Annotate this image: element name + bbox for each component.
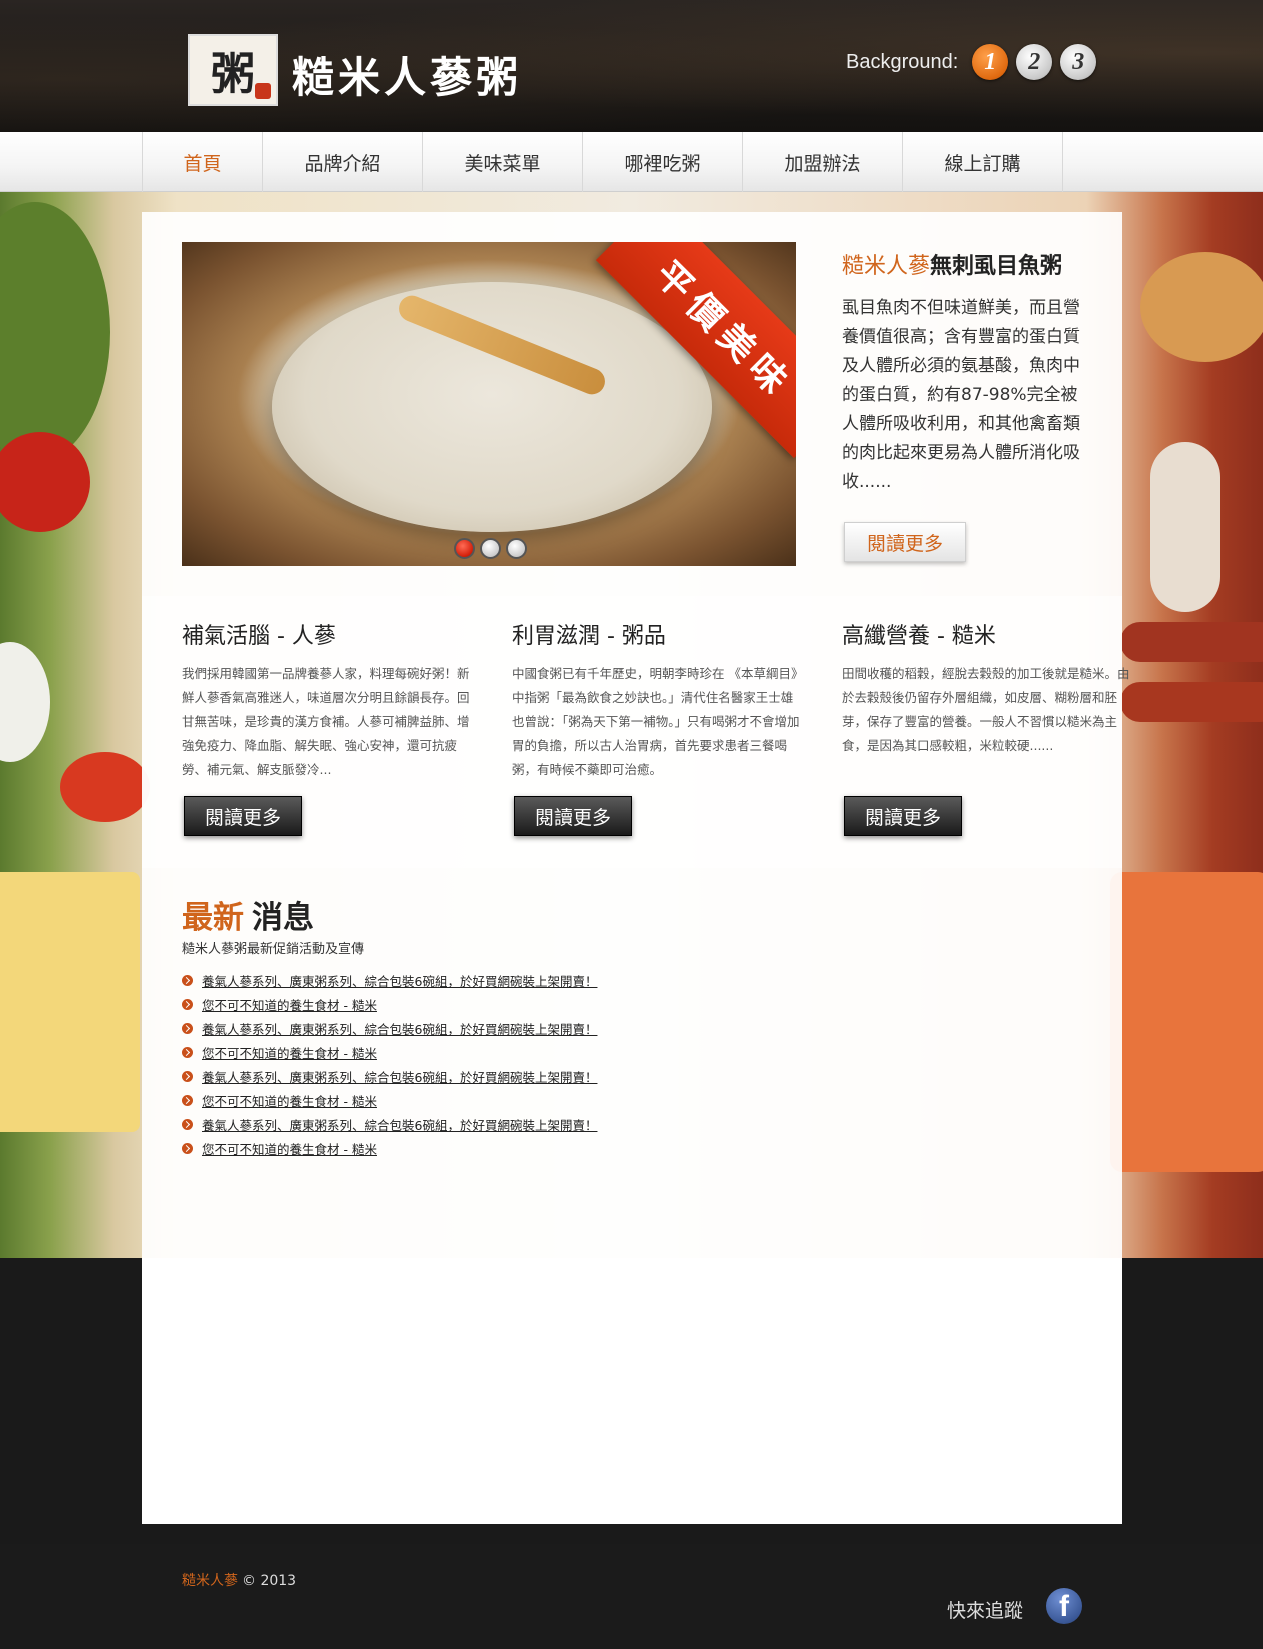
news-subtitle: 糙米人蔘粥最新促銷活動及宣傳 (182, 942, 365, 957)
facebook-glyph: f (1059, 1590, 1069, 1623)
feature-body: 虱目魚肉不但味道鮮美，而且營養價值很高；含有豐富的蛋白質及人體所必須的氨基酸，魚… (842, 298, 1080, 492)
list-item: 養氣人蔘系列、廣東粥系列、綜合包裝6碗組，於好買網碗裝上架開賣！ (182, 968, 597, 992)
brand-name[interactable]: 糙米人蔘粥 (292, 44, 522, 105)
news-link[interactable]: 養氣人蔘系列、廣東粥系列、綜合包裝6碗組，於好買網碗裝上架開賣！ (202, 1067, 597, 1086)
background-label: Background: (846, 50, 959, 73)
column-body: 田間收穫的稻穀，經脫去穀殼的加工後就是糙米。由於去穀殼後仍留存外層組織，如皮層、… (842, 666, 1130, 753)
nav-item-locations[interactable]: 哪裡吃粥 (583, 132, 743, 192)
copyright-year: © 2013 (242, 1573, 297, 1589)
nav-list: 首頁 品牌介紹 美味菜單 哪裡吃粥 加盟辦法 線上訂購 (142, 132, 1063, 192)
logo-icon[interactable]: 粥 (188, 34, 278, 106)
cheese-shape (0, 872, 140, 1132)
nav-item-order[interactable]: 線上訂購 (903, 132, 1063, 192)
nav-item-home[interactable]: 首頁 (143, 132, 263, 192)
lettuce-shape (0, 202, 110, 462)
list-item: 您不可不知道的養生食材 - 糙米 (182, 992, 597, 1016)
news-bullet-icon (182, 1070, 193, 1082)
slider-dot-icon[interactable] (454, 538, 475, 559)
background-option-1[interactable]: 1 (972, 44, 1009, 80)
news-link[interactable]: 您不可不知道的養生食材 - 糙米 (202, 1139, 377, 1158)
sausage-white-shape (1150, 442, 1220, 612)
feature-title-rest: 無刺虱目魚粥 (930, 254, 1063, 279)
slider-dot-icon[interactable] (506, 538, 527, 559)
logo-glyph: 粥 (211, 49, 255, 100)
column-title: 利胃滋潤 - 粥品 (512, 624, 666, 649)
news-link[interactable]: 您不可不知道的養生食材 - 糙米 (202, 1091, 377, 1110)
nav-item-brand[interactable]: 品牌介紹 (263, 132, 423, 192)
pepper-shape (0, 432, 90, 532)
hero-slider[interactable]: 平價美味 (182, 242, 796, 566)
column-brown-rice: 高纖營養 - 糙米 田間收穫的稻穀，經脫去穀殼的加工後就是糙米。由於去穀殼後仍留… (842, 618, 1132, 758)
news-bullet-icon (182, 1046, 193, 1058)
main-nav: 首頁 品牌介紹 美味菜單 哪裡吃粥 加盟辦法 線上訂購 (0, 132, 1263, 192)
list-item: 養氣人蔘系列、廣東粥系列、綜合包裝6碗組，於好買網碗裝上架開賣！ (182, 1112, 597, 1136)
news-bullet-icon (182, 1118, 193, 1130)
content-blank-area (142, 1258, 1122, 1524)
congee-bowl-image (272, 282, 712, 532)
column-title: 高纖營養 - 糙米 (842, 624, 996, 649)
nav-item-franchise[interactable]: 加盟辦法 (743, 132, 903, 192)
column-body: 中國食粥已有千年歷史，明朝李時珍在 《本草綱目》中指粥「最為飲食之妙訣也。」清代… (512, 666, 800, 777)
bowl-shape (0, 642, 50, 762)
news-link[interactable]: 養氣人蔘系列、廣東粥系列、綜合包裝6碗組，於好買網碗裝上架開賣！ (202, 1019, 597, 1038)
news-link[interactable]: 您不可不知道的養生食材 - 糙米 (202, 1043, 377, 1062)
list-item: 養氣人蔘系列、廣東粥系列、綜合包裝6碗組，於好買網碗裝上架開賣！ (182, 1016, 597, 1040)
follow-label: 快來追蹤 (947, 1600, 1024, 1622)
sausage-shape (1120, 622, 1263, 662)
site-footer: 糙米人蔘 © 2013 快來追蹤 f (0, 1544, 1263, 1649)
feature-panel: 糙米人蔘無刺虱目魚粥 虱目魚肉不但味道鮮美，而且營養價值很高；含有豐富的蛋白質及… (842, 248, 1092, 497)
sausage-shape-2 (1120, 682, 1263, 722)
facebook-icon[interactable]: f (1046, 1588, 1082, 1624)
background-switcher: Background: 1 2 3 (846, 44, 1097, 80)
column-ginseng-read-more-button[interactable]: 閱讀更多 (184, 796, 302, 836)
logo-seal-icon (255, 83, 271, 99)
news-bullet-icon (182, 1094, 193, 1106)
news-link[interactable]: 養氣人蔘系列、廣東粥系列、綜合包裝6碗組，於好買網碗裝上架開賣！ (202, 1115, 597, 1134)
news-link[interactable]: 您不可不知道的養生食材 - 糙米 (202, 995, 377, 1014)
list-item: 養氣人蔘系列、廣東粥系列、綜合包裝6碗組，於好買網碗裝上架開賣！ (182, 1064, 597, 1088)
slider-pagination (454, 538, 527, 559)
background-option-3[interactable]: 3 (1060, 44, 1097, 80)
slider-dot-icon[interactable] (480, 538, 501, 559)
background-option-2[interactable]: 2 (1016, 44, 1053, 80)
copyright: 糙米人蔘 © 2013 (182, 1570, 296, 1590)
site-header: 粥 糙米人蔘粥 Background: 1 2 3 (0, 0, 1263, 132)
news-heading-accent: 最新 (182, 900, 244, 936)
feature-title-accent: 糙米人蔘 (842, 254, 931, 279)
list-item: 您不可不知道的養生食材 - 糙米 (182, 1136, 597, 1160)
nav-item-menu[interactable]: 美味菜單 (423, 132, 583, 192)
news-bullet-icon (182, 998, 193, 1010)
news-link[interactable]: 養氣人蔘系列、廣東粥系列、綜合包裝6碗組，於好買網碗裝上架開賣！ (202, 971, 597, 990)
feature-read-more-button[interactable]: 閱讀更多 (844, 522, 966, 562)
main-content: 平價美味 糙米人蔘無刺虱目魚粥 虱目魚肉不但味道鮮美，而且營養價值很高；含有豐富… (142, 212, 1130, 1524)
news-bullet-icon (182, 1022, 193, 1034)
column-ginseng: 補氣活腦 - 人蔘 我們採用韓國第一品牌養蔘人家，料理每碗好粥！新鮮人蔘香氣高雅… (182, 618, 472, 782)
column-title: 補氣活腦 - 人蔘 (182, 624, 336, 649)
news-heading: 最新 消息 (182, 892, 314, 937)
column-body: 我們採用韓國第一品牌養蔘人家，料理每碗好粥！新鮮人蔘香氣高雅迷人，味道層次分明且… (182, 666, 470, 777)
column-brown-rice-read-more-button[interactable]: 閱讀更多 (844, 796, 962, 836)
column-congee-read-more-button[interactable]: 閱讀更多 (514, 796, 632, 836)
news-bullet-icon (182, 1142, 193, 1154)
list-item: 您不可不知道的養生食材 - 糙米 (182, 1040, 597, 1064)
feature-title: 糙米人蔘無刺虱目魚粥 (842, 248, 1092, 280)
column-congee: 利胃滋潤 - 粥品 中國食粥已有千年歷史，明朝李時珍在 《本草綱目》中指粥「最為… (512, 618, 802, 782)
bread-shape (1140, 252, 1263, 362)
salmon-shape (1110, 872, 1263, 1172)
cheese-wax-shape (60, 752, 150, 822)
news-heading-rest: 消息 (252, 900, 314, 936)
news-bullet-icon (182, 974, 193, 986)
footer-brand[interactable]: 糙米人蔘 (182, 1573, 238, 1589)
news-list: 養氣人蔘系列、廣東粥系列、綜合包裝6碗組，於好買網碗裝上架開賣！ 您不可不知道的… (182, 968, 597, 1160)
list-item: 您不可不知道的養生食材 - 糙米 (182, 1088, 597, 1112)
